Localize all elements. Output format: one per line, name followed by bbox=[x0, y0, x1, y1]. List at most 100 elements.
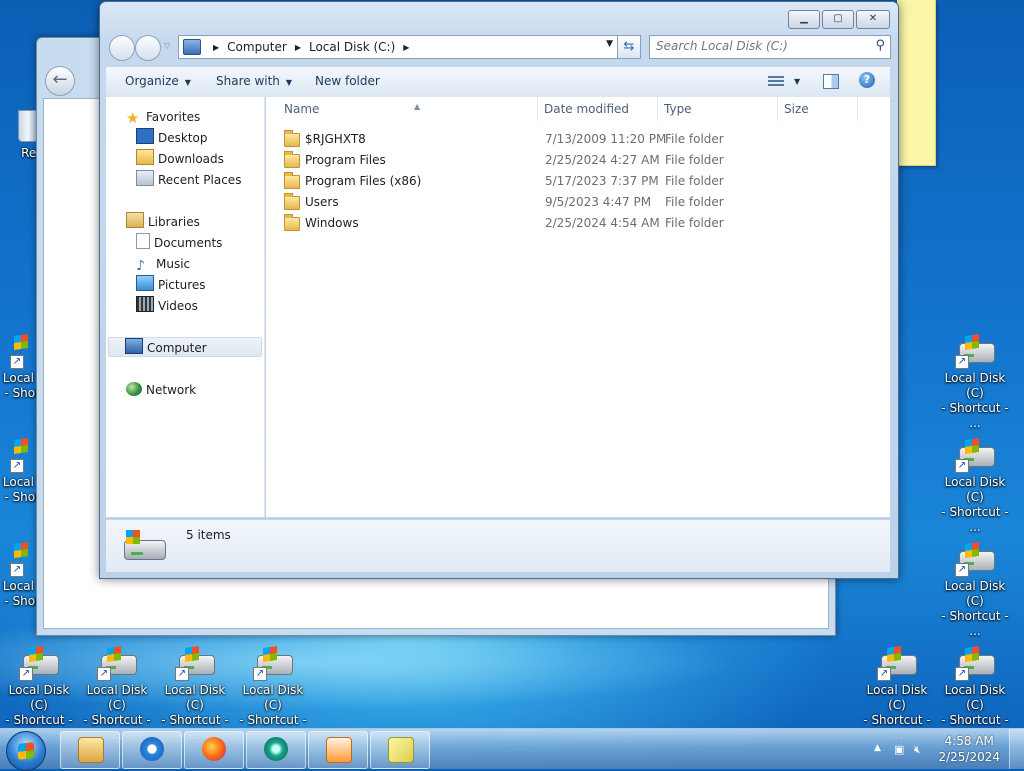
windows-flag-icon bbox=[965, 646, 979, 662]
shortcut-arrow-icon: ↗ bbox=[19, 667, 33, 681]
column-header-date[interactable]: Date modified bbox=[538, 97, 658, 121]
breadcrumb-computer[interactable]: Computer bbox=[227, 40, 287, 54]
nav-desktop[interactable]: Desktop bbox=[136, 128, 208, 148]
nav-music[interactable]: ♪ Music bbox=[136, 254, 190, 274]
breadcrumb-separator-icon[interactable]: ▶ bbox=[295, 43, 301, 52]
show-desktop-button[interactable] bbox=[1009, 729, 1024, 769]
table-row[interactable]: Windows 2/25/2024 4:54 AM File folder bbox=[266, 213, 890, 234]
windows-flag-icon bbox=[126, 530, 140, 544]
clock[interactable]: 4:58 AM 2/25/2024 bbox=[938, 733, 1000, 765]
breadcrumb-separator-icon[interactable]: ▶ bbox=[403, 43, 409, 52]
column-header-name[interactable]: Name ▲ bbox=[278, 97, 538, 121]
windows-flag-icon bbox=[29, 646, 43, 662]
nav-libraries[interactable]: Libraries bbox=[126, 212, 200, 232]
chevron-down-icon: ▼ bbox=[184, 78, 191, 87]
refresh-button[interactable]: ⇆ bbox=[617, 35, 641, 59]
maximize-button[interactable]: ▢ bbox=[822, 10, 854, 29]
organize-button[interactable]: Organize ▼ bbox=[125, 74, 191, 88]
taskbar-internet-explorer[interactable] bbox=[122, 731, 182, 769]
nav-network[interactable]: Network bbox=[126, 380, 196, 400]
nav-videos[interactable]: Videos bbox=[136, 296, 198, 316]
shortcut-arrow-icon: ↗ bbox=[10, 459, 24, 473]
nav-computer[interactable]: Computer bbox=[108, 337, 262, 357]
documents-icon bbox=[136, 233, 150, 249]
desktop-shortcut-right-1[interactable]: ↗ Local Disk (C) - Shortcut - ... bbox=[937, 334, 1013, 431]
nav-documents[interactable]: Documents bbox=[136, 233, 222, 253]
item-count: 5 items bbox=[186, 528, 231, 542]
close-button[interactable]: ✕ bbox=[856, 10, 890, 29]
preview-pane-icon[interactable] bbox=[823, 74, 839, 89]
media-app-icon bbox=[264, 737, 288, 761]
back-arrow-icon[interactable]: ← bbox=[45, 66, 75, 96]
start-button[interactable] bbox=[6, 731, 46, 771]
table-row[interactable]: Program Files (x86) 5/17/2023 7:37 PM Fi… bbox=[266, 171, 890, 192]
forward-button[interactable] bbox=[135, 35, 161, 61]
nav-recent-places[interactable]: Recent Places bbox=[136, 170, 241, 190]
system-tray: ▲ ▣ 🔇︎ 4:58 AM 2/25/2024 bbox=[864, 729, 1024, 769]
shortcut-arrow-icon: ↗ bbox=[10, 355, 24, 369]
show-hidden-icons-icon[interactable]: ▲ bbox=[874, 743, 881, 753]
breadcrumb-separator-icon[interactable]: ▶ bbox=[213, 43, 219, 52]
back-button[interactable] bbox=[109, 35, 135, 61]
recent-pages-chevron-icon[interactable]: ▽ bbox=[164, 41, 170, 50]
table-row[interactable]: Users 9/5/2023 4:47 PM File folder bbox=[266, 192, 890, 213]
shortcut-arrow-icon: ↗ bbox=[877, 667, 891, 681]
desktop-shortcut-right-3[interactable]: ↗ Local Disk (C) - Shortcut - ... bbox=[937, 542, 1013, 639]
shortcut-arrow-icon: ↗ bbox=[955, 667, 969, 681]
pictures-icon bbox=[136, 275, 154, 291]
nav-pictures[interactable]: Pictures bbox=[136, 275, 206, 295]
volume-muted-icon[interactable]: 🔇︎ bbox=[914, 743, 921, 757]
sort-ascending-icon: ▲ bbox=[414, 102, 421, 111]
computer-icon bbox=[125, 338, 143, 354]
taskbar-explorer[interactable] bbox=[60, 731, 120, 769]
folder-icon bbox=[78, 737, 104, 763]
explorer-window[interactable]: ▁ ▢ ✕ ▽ ▶ Computer ▶ Local Disk (C:) ▶ ▼… bbox=[99, 1, 899, 579]
nav-downloads[interactable]: Downloads bbox=[136, 149, 224, 169]
nav-favorites[interactable]: ★ Favorites bbox=[126, 107, 200, 127]
sticky-note[interactable] bbox=[897, 0, 936, 166]
search-input[interactable] bbox=[650, 36, 872, 56]
taskbar-media-player[interactable] bbox=[308, 731, 368, 769]
file-list: Name ▲ Date modified Type Size $RJGHXT8 7… bbox=[266, 97, 890, 517]
windows-flag-icon bbox=[965, 542, 979, 558]
search-box[interactable]: ⚲ bbox=[649, 35, 891, 59]
table-row[interactable]: $RJGHXT8 7/13/2009 11:20 PM File folder bbox=[266, 129, 890, 150]
command-bar: Organize ▼ Share with ▼ New folder ▼ ? bbox=[106, 66, 890, 98]
recycle-bin-icon bbox=[18, 110, 38, 142]
recent-places-icon bbox=[136, 170, 154, 186]
share-with-button[interactable]: Share with ▼ bbox=[216, 74, 292, 88]
search-icon[interactable]: ⚲ bbox=[875, 38, 885, 53]
folder-icon bbox=[284, 214, 300, 231]
navigation-pane: ★ Favorites Desktop Downloads Recent Plac… bbox=[106, 97, 265, 517]
network-tray-icon[interactable]: ▣ bbox=[894, 743, 904, 756]
music-icon: ♪ bbox=[136, 258, 145, 274]
windows-flag-icon bbox=[965, 438, 979, 454]
taskbar-sticky-notes[interactable] bbox=[370, 731, 430, 769]
view-options-icon[interactable] bbox=[768, 74, 784, 88]
shortcut-arrow-icon: ↗ bbox=[955, 459, 969, 473]
column-header-type[interactable]: Type bbox=[658, 97, 778, 121]
desktop-shortcut-right-2[interactable]: ↗ Local Disk (C) - Shortcut - ... bbox=[937, 438, 1013, 535]
new-folder-button[interactable]: New folder bbox=[315, 74, 380, 88]
folder-icon bbox=[284, 151, 300, 168]
help-icon[interactable]: ? bbox=[859, 72, 875, 88]
windows-drive-icon bbox=[14, 334, 28, 350]
taskbar-firefox[interactable] bbox=[184, 731, 244, 769]
breadcrumb-local-disk[interactable]: Local Disk (C:) bbox=[309, 40, 395, 54]
caption-buttons: ▁ ▢ ✕ bbox=[786, 10, 890, 29]
media-player-icon bbox=[326, 737, 352, 763]
address-bar[interactable]: ▶ Computer ▶ Local Disk (C:) ▶ ▼ bbox=[178, 35, 618, 59]
column-header-size[interactable]: Size bbox=[778, 97, 858, 121]
shortcut-arrow-icon: ↗ bbox=[253, 667, 267, 681]
address-dropdown-icon[interactable]: ▼ bbox=[606, 39, 613, 49]
windows-flag-icon bbox=[887, 646, 901, 662]
network-icon bbox=[126, 382, 142, 396]
table-row[interactable]: Program Files 2/25/2024 4:27 AM File fol… bbox=[266, 150, 890, 171]
folder-icon bbox=[284, 172, 300, 189]
desktop-icon bbox=[136, 128, 154, 144]
minimize-button[interactable]: ▁ bbox=[788, 10, 820, 29]
firefox-icon bbox=[202, 737, 226, 761]
taskbar-media-app[interactable] bbox=[246, 731, 306, 769]
computer-icon bbox=[183, 39, 201, 55]
view-chevron-icon[interactable]: ▼ bbox=[794, 77, 800, 86]
